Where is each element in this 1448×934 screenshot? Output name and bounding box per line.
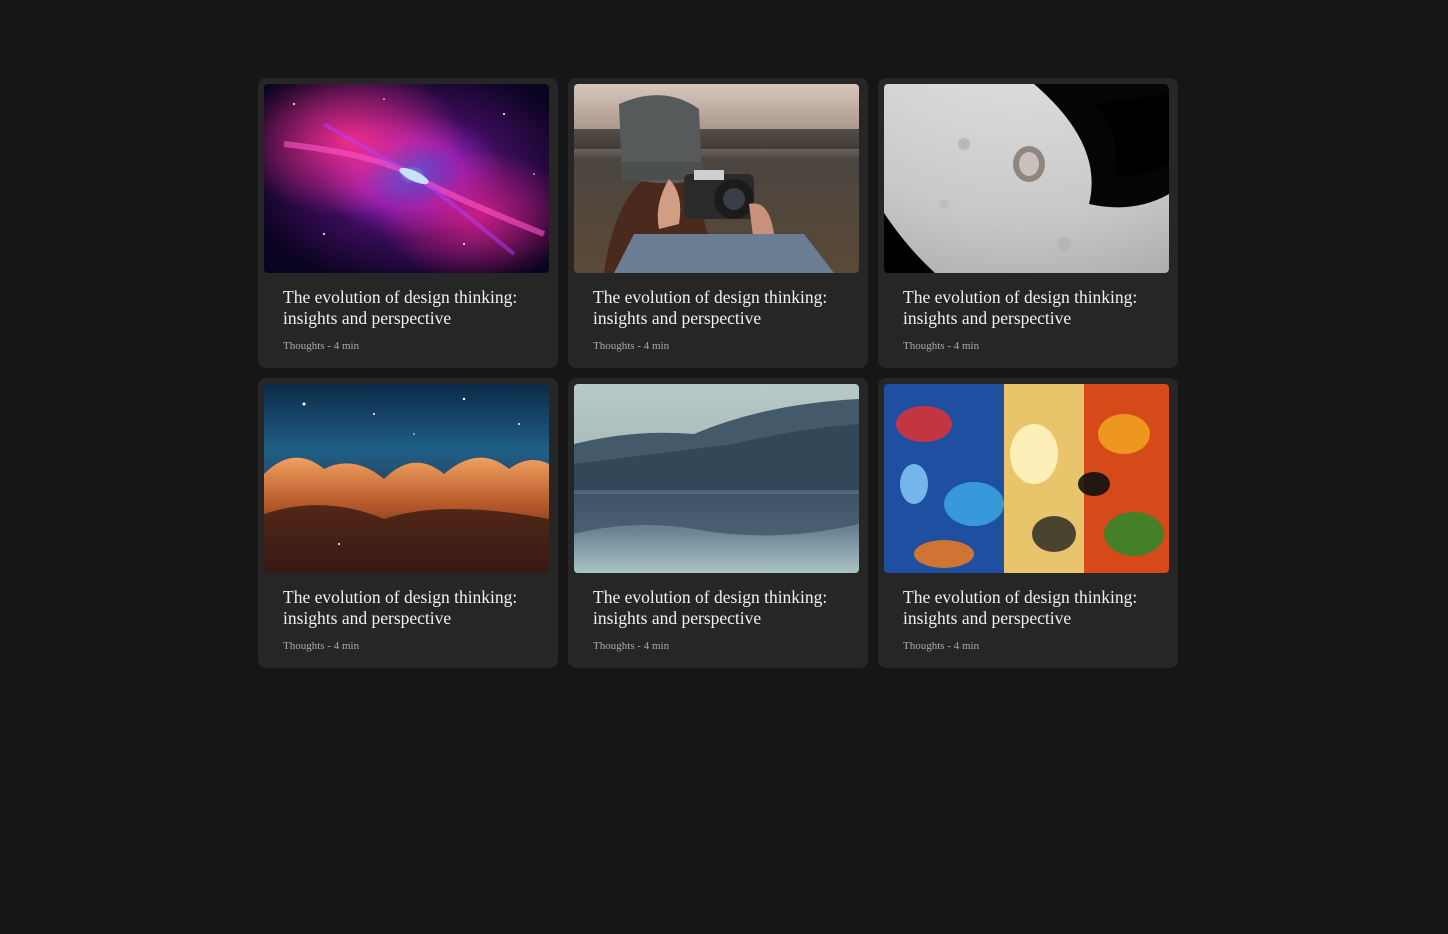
card-title[interactable]: The evolution of design thinking: insigh… [283,587,533,629]
card-meta: Thoughts - 4 min [903,640,980,652]
card-title[interactable]: The evolution of design thinking: insigh… [903,587,1153,629]
card-title[interactable]: The evolution of design thinking: insigh… [593,287,843,329]
photographer-image [574,84,859,273]
cosmic-cliffs-image [264,384,549,573]
moon-image [884,84,1169,273]
card-meta: Thoughts - 4 min [593,640,670,652]
article-card[interactable]: The evolution of design thinking: insigh… [878,78,1178,368]
article-card[interactable]: The evolution of design thinking: insigh… [568,378,868,668]
card-meta: Thoughts - 4 min [903,340,980,352]
article-card[interactable]: The evolution of design thinking: insigh… [258,378,558,668]
lake-forest-image [574,384,859,573]
card-meta: Thoughts - 4 min [593,340,670,352]
card-meta: Thoughts - 4 min [283,640,360,652]
card-title[interactable]: The evolution of design thinking: insigh… [283,287,533,329]
article-card[interactable]: The evolution of design thinking: insigh… [568,78,868,368]
card-meta: Thoughts - 4 min [283,340,360,352]
abstract-paint-image [884,384,1169,573]
card-title[interactable]: The evolution of design thinking: insigh… [593,587,843,629]
nebula-image [264,84,549,273]
article-card[interactable]: The evolution of design thinking: insigh… [258,78,558,368]
article-card[interactable]: The evolution of design thinking: insigh… [878,378,1178,668]
card-title[interactable]: The evolution of design thinking: insigh… [903,287,1153,329]
article-card-grid: The evolution of design thinking: insigh… [258,78,1178,668]
